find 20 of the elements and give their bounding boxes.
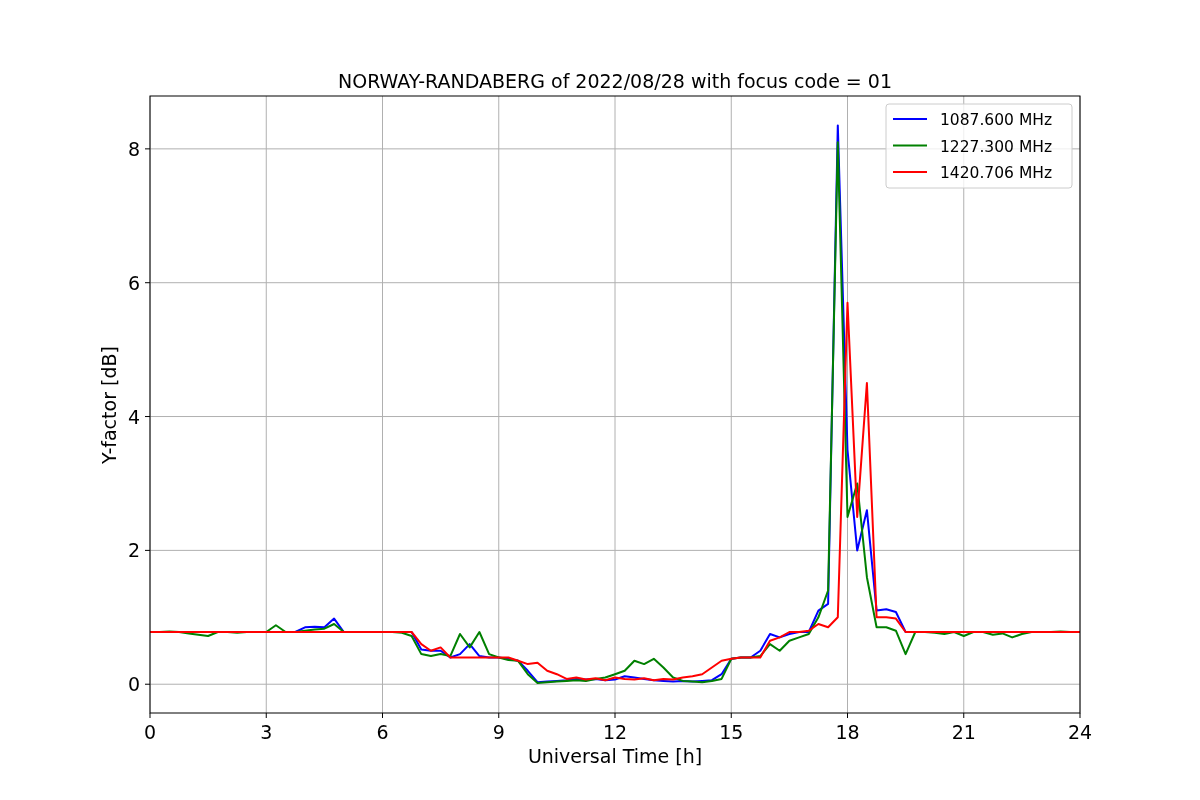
tick-label: 24 [1067,721,1093,743]
tick-label: 9 [492,721,505,743]
tick-label: 12 [602,721,628,743]
y-axis-label: Y-factor [dB] [98,346,120,464]
tick-label: 6 [376,721,389,743]
tick-label: 2 [127,539,140,562]
tick-label: 6 [127,271,140,294]
legend-label: 1227.300 MHz [940,137,1053,156]
x-axis-label: Universal Time [h] [527,745,703,767]
legend-label: 1087.600 MHz [940,111,1053,129]
tick-label: 4 [127,405,140,428]
tick-label: 21 [951,721,976,743]
tick-label: 8 [127,137,140,160]
chart-title: NORWAY-RANDABERG of 2022/08/28 with focus code = 01 [338,70,892,92]
tick-label: 0 [127,673,140,696]
legend-label: 1420.706 MHz [940,164,1053,182]
tick-label: 15 [719,721,744,743]
tick-label: 0 [143,721,157,743]
tick-label: 18 [835,721,860,743]
tick-label: 3 [260,721,273,743]
